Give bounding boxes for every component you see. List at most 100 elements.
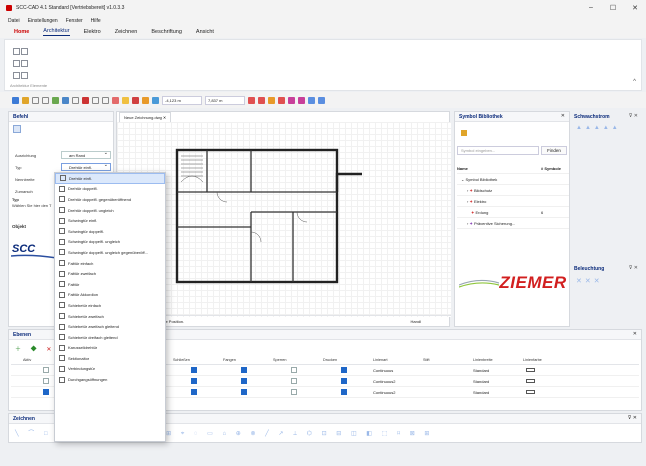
schwachstrom-icons[interactable]: ▲▲▲▲▲ bbox=[572, 123, 642, 133]
close-button[interactable]: ✕ bbox=[624, 0, 646, 15]
zeichnen-pin[interactable]: ⊽ ✕ bbox=[628, 415, 637, 421]
dropdown-item[interactable]: Durchgangsöffnungen bbox=[55, 374, 165, 385]
measure-icon[interactable] bbox=[122, 96, 129, 104]
aktiv-checkbox[interactable] bbox=[43, 378, 49, 384]
drucken-checkbox[interactable] bbox=[341, 389, 347, 395]
sperren-checkbox[interactable] bbox=[291, 378, 297, 384]
track-icon[interactable] bbox=[278, 96, 285, 104]
maximize-button[interactable]: ☐ bbox=[602, 0, 624, 15]
color-swatch[interactable] bbox=[526, 379, 535, 383]
print-icon[interactable] bbox=[42, 96, 49, 104]
tab-zeichnen[interactable]: Zeichnen bbox=[115, 29, 138, 35]
dropdown-item[interactable]: Verbindungstür bbox=[55, 364, 165, 375]
dropdown-item[interactable]: Schwingtür doppelfl. ungleich bbox=[55, 237, 165, 248]
delete-icon[interactable] bbox=[82, 96, 89, 104]
ortho-icon[interactable] bbox=[248, 96, 255, 104]
ebenen-toolbar[interactable]: ＋ ◆ ✕ bbox=[15, 344, 55, 353]
drucken-checkbox[interactable] bbox=[341, 367, 347, 373]
color-swatch[interactable] bbox=[526, 368, 535, 372]
menu-datei[interactable]: Datei bbox=[8, 18, 20, 24]
wall-icon[interactable] bbox=[13, 48, 20, 55]
window-icon[interactable] bbox=[13, 60, 20, 67]
color-swatch[interactable] bbox=[526, 390, 535, 394]
dropdown-item[interactable]: Karusselldrehtür bbox=[55, 343, 165, 354]
tab-beschriftung[interactable]: Beschriftung bbox=[151, 29, 182, 35]
rotate-icon[interactable] bbox=[92, 96, 99, 104]
ribbon-collapse-button[interactable]: ^ bbox=[633, 79, 636, 85]
beleuchtung-icons[interactable]: ✕✕✕ bbox=[572, 275, 642, 287]
fangen-checkbox[interactable] bbox=[241, 378, 247, 384]
door-icon[interactable] bbox=[21, 48, 28, 55]
tab-architektur[interactable]: Architektur bbox=[43, 28, 70, 36]
menu-fenster[interactable]: Fenster bbox=[66, 18, 83, 24]
grid-icon[interactable] bbox=[21, 72, 28, 79]
erase-icon[interactable] bbox=[132, 96, 139, 104]
schliessen-checkbox[interactable] bbox=[191, 367, 197, 373]
dropdown-item[interactable]: Falttür Akkordion bbox=[55, 290, 165, 301]
dropdown-item[interactable]: Schiebetür dreifach gleitend bbox=[55, 332, 165, 343]
coord-y-field[interactable]: 7,837 m bbox=[205, 95, 245, 105]
menu-einstellungen[interactable]: Einstellungen bbox=[28, 18, 58, 24]
aktiv-checkbox[interactable] bbox=[43, 389, 49, 395]
ebenen-close[interactable]: ✕ bbox=[633, 331, 637, 337]
stair-icon[interactable] bbox=[21, 60, 28, 67]
zoom-icon[interactable] bbox=[308, 96, 315, 104]
dropdown-item[interactable]: Schiebetür zweifach gleitend bbox=[55, 321, 165, 332]
dyn-icon[interactable] bbox=[288, 96, 295, 104]
room-icon[interactable] bbox=[13, 72, 20, 79]
minimize-button[interactable]: – bbox=[580, 0, 602, 15]
new-icon[interactable] bbox=[12, 96, 19, 104]
dropdown-item[interactable]: Drehtür doppelfl. ungleich bbox=[55, 205, 165, 216]
sperren-checkbox[interactable] bbox=[291, 389, 297, 395]
layer-icon[interactable] bbox=[52, 96, 59, 104]
drawing-canvas[interactable] bbox=[117, 122, 451, 317]
dropdown-item[interactable]: Schwingtür doppelfl. bbox=[55, 226, 165, 237]
dropdown-item[interactable]: Sektionaltor bbox=[55, 353, 165, 364]
osnap-icon[interactable] bbox=[268, 96, 275, 104]
typ-select[interactable]: Drehtür einfl. bbox=[61, 162, 111, 171]
drucken-checkbox[interactable] bbox=[341, 378, 347, 384]
lock-icon[interactable] bbox=[142, 96, 149, 104]
line-icon[interactable] bbox=[72, 96, 79, 104]
tree-item[interactable]: › ✦ Bildschutz bbox=[457, 185, 569, 196]
move-icon[interactable] bbox=[62, 96, 69, 104]
dropdown-item[interactable]: Falttür zweifach bbox=[55, 268, 165, 279]
dropdown-item[interactable]: Schiebetür einfach bbox=[55, 300, 165, 311]
dropdown-item[interactable]: Drehtür doppelfl. bbox=[55, 184, 165, 195]
schliessen-checkbox[interactable] bbox=[191, 389, 197, 395]
door-tool-icon[interactable] bbox=[13, 125, 21, 133]
snap-icon[interactable] bbox=[152, 96, 159, 104]
dropdown-item[interactable]: Schiebetür zweifach bbox=[55, 311, 165, 322]
lw-icon[interactable] bbox=[298, 96, 305, 104]
aktiv-checkbox[interactable] bbox=[43, 367, 49, 373]
fangen-checkbox[interactable] bbox=[241, 389, 247, 395]
symbol-library-close[interactable]: ✕ bbox=[561, 113, 565, 119]
tab-home[interactable]: Home bbox=[14, 29, 29, 35]
ausrichtung-select[interactable]: am Rand bbox=[61, 150, 111, 159]
dropdown-item[interactable]: Falttür einfach bbox=[55, 258, 165, 269]
dropdown-item[interactable]: Schwingtür einfl. bbox=[55, 215, 165, 226]
tree-item[interactable]: ⌄ Symbol Bibliothek bbox=[457, 174, 569, 185]
save-icon[interactable] bbox=[32, 96, 39, 104]
tab-elektro[interactable]: Elektro bbox=[84, 29, 101, 35]
dropdown-item[interactable]: Schwingtür doppelfl. ungleich gegenüberö… bbox=[55, 247, 165, 258]
coord-x-field[interactable]: -4,123 m bbox=[162, 95, 202, 105]
fangen-checkbox[interactable] bbox=[241, 367, 247, 373]
pan-icon[interactable] bbox=[318, 96, 325, 104]
folder-icon[interactable] bbox=[461, 130, 467, 136]
beleuchtung-pin[interactable]: ⊽ ✕ bbox=[629, 265, 638, 271]
document-tab[interactable]: Neue Zeichnung.dwg ✕ bbox=[119, 112, 172, 122]
menu-hilfe[interactable]: Hilfe bbox=[91, 18, 101, 24]
find-button[interactable]: Finden bbox=[541, 146, 567, 155]
trim-icon[interactable] bbox=[112, 96, 119, 104]
tab-ansicht[interactable]: Ansicht bbox=[196, 29, 214, 35]
dropdown-item[interactable]: Drehtür doppelfl. gegenüberöffnend bbox=[55, 194, 165, 205]
sperren-checkbox[interactable] bbox=[291, 367, 297, 373]
mirror-icon[interactable] bbox=[102, 96, 109, 104]
dropdown-item[interactable]: Falttür bbox=[55, 279, 165, 290]
schwachstrom-pin[interactable]: ⊽ ✕ bbox=[629, 113, 638, 119]
dropdown-item[interactable]: Drehtür einfl. bbox=[55, 173, 165, 184]
tree-item[interactable]: ✦ Erdung 6 bbox=[457, 207, 569, 218]
schliessen-checkbox[interactable] bbox=[191, 378, 197, 384]
polar-icon[interactable] bbox=[258, 96, 265, 104]
